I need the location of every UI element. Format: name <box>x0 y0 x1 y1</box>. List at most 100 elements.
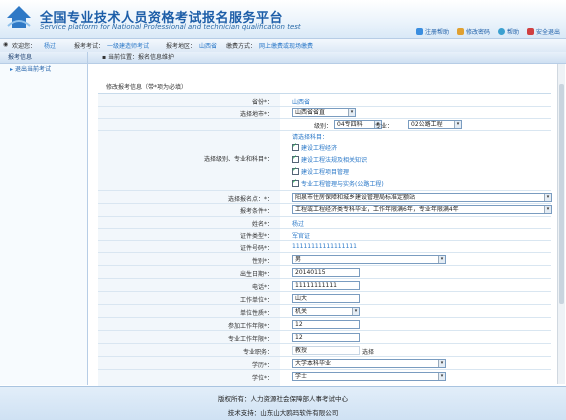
row-divider <box>98 216 551 217</box>
subject-checkbox[interactable]: 专业工程管理与实务(公路工程) <box>292 178 384 188</box>
arrow-icon: ▸ <box>10 66 14 73</box>
checkbox-icon <box>292 178 299 187</box>
education-label: 学历*： <box>251 362 273 369</box>
main-content: ▪ 当前位置：报名信息维护 修改报考信息（带*项为必填） 省份*： 山西省 选择… <box>88 52 566 386</box>
row-divider <box>98 118 551 119</box>
gender-label: 性别*： <box>251 258 273 265</box>
top-links: 注册帮助 修改密码 帮助 安全退出 <box>415 27 560 36</box>
welcome-value: 杨过 <box>44 43 57 50</box>
province-label: 省份*： <box>251 99 273 106</box>
user-icon: ◉ <box>3 41 9 48</box>
id-type-value: 军官证 <box>292 233 311 240</box>
work-years-label: 参加工作年限*： <box>227 323 273 330</box>
city-label: 选择地市*： <box>239 111 273 118</box>
condition-select[interactable]: 工程或工程经济类专科毕业，工作年限满6年，专业年限满4年 <box>292 205 552 214</box>
row-divider <box>98 203 551 204</box>
change-password-link[interactable]: 修改密码 <box>456 27 490 36</box>
condition-label: 报考条件*： <box>239 208 273 215</box>
site-header: 全国专业技术人员资格考试报名服务平台 Service platform for … <box>0 0 566 38</box>
title-rank-input[interactable]: 教授 <box>292 346 360 355</box>
row-divider <box>98 330 551 331</box>
footer: 版权所有：人力资源社会保障部人事考试中心 技术支持：山东山大鸥玛软件有限公司 <box>0 386 566 420</box>
fee-label: 缴费方式： <box>226 43 257 50</box>
register-help-link[interactable]: 注册帮助 <box>415 27 449 36</box>
row-divider <box>98 278 551 279</box>
support-text: 技术支持：山东山大鸥玛软件有限公司 <box>227 409 339 417</box>
unit-nature-label: 单位性质*： <box>239 310 273 317</box>
subjects-hint: 请选择科目： <box>292 134 329 141</box>
education-select[interactable]: 大学本科毕业 <box>292 359 446 368</box>
logout-icon <box>526 28 534 35</box>
logout-link[interactable]: 安全退出 <box>526 27 560 36</box>
degree-label: 学位*： <box>251 375 273 382</box>
subject-checkbox[interactable]: 建设工程项目管理 <box>292 166 349 176</box>
major-select[interactable]: 02公路工程 <box>408 120 462 129</box>
choose-title-link[interactable]: 选择 <box>362 347 374 356</box>
work-unit-input[interactable]: 山大 <box>292 294 360 303</box>
pro-years-label: 专业工作年限*： <box>227 336 273 343</box>
title-rank-label: 专业职务： <box>242 349 273 356</box>
site-subtitle: Service platform for National Profession… <box>40 23 301 31</box>
subject-checkbox[interactable]: 建设工程经济 <box>292 142 337 152</box>
row-divider <box>98 252 551 253</box>
row-divider <box>98 356 551 357</box>
exam-label: 报考考试： <box>74 43 105 50</box>
work-years-input[interactable]: 12 <box>292 320 360 329</box>
checkbox-icon <box>292 166 299 175</box>
row-divider <box>98 240 551 241</box>
site-select[interactable]: 阳泉市住房保障和城乡建设管理局标准定额站 <box>292 193 552 202</box>
row-divider <box>98 228 551 229</box>
sidebar-header: 报考信息 <box>0 52 87 64</box>
help-doc-icon <box>415 28 423 35</box>
row-divider <box>98 106 551 107</box>
work-unit-label: 工作单位*： <box>239 297 273 304</box>
row-divider <box>98 130 551 131</box>
degree-select[interactable]: 学士 <box>292 372 446 381</box>
logo-icon <box>7 6 31 28</box>
checkbox-icon <box>292 142 299 151</box>
row-divider <box>98 291 551 292</box>
subject-checkbox[interactable]: 建设工程法规及相关知识 <box>292 154 367 164</box>
name-label: 姓名*： <box>251 221 273 228</box>
user-info-bar: ◉ 欢迎您： 杨过 报考考试： 一级建造师考试 报考地区： 山西省 缴费方式： … <box>0 38 566 53</box>
copyright-text: 版权所有：人力资源社会保障部人事考试中心 <box>218 395 348 403</box>
scrollbar-thumb[interactable] <box>559 84 564 304</box>
question-icon <box>497 28 505 35</box>
scrollbar[interactable] <box>557 64 565 384</box>
phone-input[interactable]: 11111111111 <box>292 281 360 290</box>
region-value: 山西省 <box>199 43 218 50</box>
subjects-label: 选择级别、专业和科目*： <box>203 156 273 163</box>
major-label: 专业： <box>374 123 393 130</box>
key-icon <box>456 28 464 35</box>
sidebar-item-exit-exam[interactable]: ▸ 退出当前考试 <box>0 64 87 75</box>
pro-years-input[interactable]: 12 <box>292 333 360 342</box>
row-divider <box>98 265 551 266</box>
birth-input[interactable]: 20140115 <box>292 268 360 277</box>
row-divider <box>98 343 551 344</box>
site-label: 选择报名点：*： <box>227 196 273 203</box>
fee-value: 网上缴费或现场缴费 <box>259 43 314 50</box>
region-label: 报考地区： <box>166 43 197 50</box>
form-title: 修改报考信息（带*项为必填） <box>106 84 188 91</box>
checkbox-icon <box>292 154 299 163</box>
gender-select[interactable]: 男 <box>292 255 446 264</box>
phone-label: 电话*： <box>251 284 273 291</box>
province-value: 山西省 <box>292 99 311 106</box>
city-select[interactable]: 山西省省直 <box>292 108 356 117</box>
sidebar: 报考信息 ▸ 退出当前考试 <box>0 52 88 385</box>
welcome-label: 欢迎您： <box>12 43 37 50</box>
breadcrumb: ▪ 当前位置：报名信息维护 <box>88 52 566 64</box>
id-type-label: 证件类型*： <box>239 233 273 240</box>
help-link[interactable]: 帮助 <box>497 27 519 36</box>
name-value: 杨过 <box>292 221 305 228</box>
id-no-value: 11111111111111111 <box>292 243 357 250</box>
form-table: 省份*： 山西省 选择地市*： 山西省省直 级别： 04专四科 专业： 02公路… <box>98 93 552 386</box>
row-divider <box>98 317 551 318</box>
id-no-label: 证件号码*： <box>239 245 273 252</box>
unit-nature-select[interactable]: 机关 <box>292 307 360 316</box>
row-divider <box>98 304 551 305</box>
exam-value: 一级建造师考试 <box>107 43 150 50</box>
birth-label: 出生日期*： <box>239 271 273 278</box>
row-divider <box>98 369 551 370</box>
level-label: 级别： <box>313 123 332 130</box>
